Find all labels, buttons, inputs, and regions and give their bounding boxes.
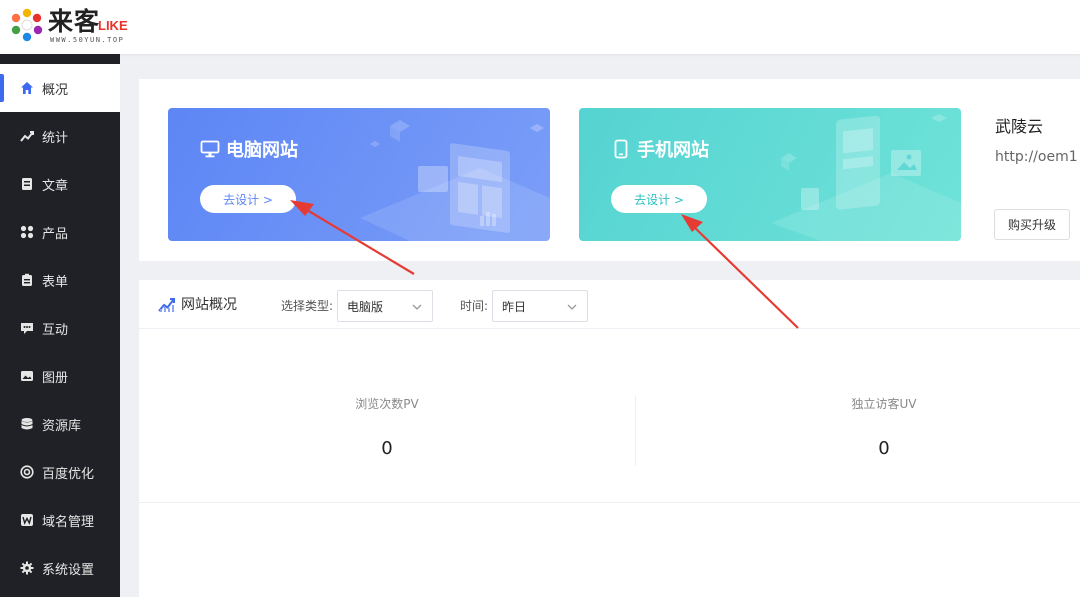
- uv-stat-value: 0: [878, 438, 890, 459]
- pc-site-banner: 电脑网站 去设计 >: [168, 108, 550, 241]
- logo-flower-icon: [11, 8, 43, 42]
- sidebar-item-statistics[interactable]: 统计: [0, 112, 120, 160]
- logo-like-text: LIKE: [98, 18, 128, 33]
- mobile-site-title: 手机网站: [611, 136, 709, 162]
- sidebar-item-articles[interactable]: 文章: [0, 160, 120, 208]
- sidebar-top-strip: [0, 54, 120, 64]
- type-select-value: 电脑版: [347, 299, 384, 314]
- sidebar-item-label: 图册: [42, 370, 69, 386]
- overview-title-text: 网站概况: [181, 297, 237, 313]
- overview-divider: [139, 502, 1080, 503]
- website-overview-panel: 网站概况 选择类型: 电脑版 时间: 昨日 浏览次数PV 0 独立访客UV 0: [139, 280, 1080, 597]
- chevron-down-icon: [412, 304, 422, 310]
- uv-stat-label: 独立访客UV: [851, 397, 917, 411]
- time-select-value: 昨日: [502, 299, 527, 314]
- logo-url-text: WWW.50YUN.TOP: [50, 36, 125, 44]
- overview-title: 网站概况: [158, 294, 237, 314]
- monitor-icon: [200, 139, 220, 159]
- sidebar-item-gallery[interactable]: 图册: [0, 352, 120, 400]
- home-icon: [19, 81, 34, 96]
- sidebar-item-label: 互动: [42, 322, 69, 338]
- top-header: 来客 LIKE WWW.50YUN.TOP: [0, 0, 1080, 54]
- sidebar-item-label: 系统设置: [42, 562, 95, 578]
- type-label: 选择类型:: [281, 299, 334, 313]
- sidebar-item-label: 概况: [42, 82, 69, 98]
- time-label: 时间:: [460, 299, 489, 313]
- sidebar-item-label: 文章: [42, 178, 69, 194]
- buy-upgrade-button[interactable]: 购买升级: [994, 209, 1070, 240]
- trend-chart-icon: [158, 295, 176, 313]
- pv-stat-value: 0: [381, 438, 393, 459]
- sidebar-item-forms[interactable]: 表单: [0, 256, 120, 304]
- site-design-card: 电脑网站 去设计 > 手机网站 去设计 > 武陵云 http://oem1 购买…: [139, 79, 1080, 261]
- sidebar-item-resources[interactable]: 资源库: [0, 400, 120, 448]
- gear-icon: [19, 561, 34, 576]
- pc-design-button[interactable]: 去设计 >: [200, 185, 296, 213]
- chat-icon: [19, 321, 34, 336]
- phone-icon: [611, 139, 631, 159]
- time-select[interactable]: 昨日: [492, 290, 588, 322]
- sidebar-item-label: 表单: [42, 274, 69, 290]
- mobile-site-banner: 手机网站 去设计 >: [579, 108, 961, 241]
- mobile-design-button[interactable]: 去设计 >: [611, 185, 707, 213]
- mobile-site-title-text: 手机网站: [637, 140, 709, 161]
- sidebar-item-label: 资源库: [42, 418, 82, 434]
- type-select[interactable]: 电脑版: [337, 290, 433, 322]
- overview-header: 网站概况 选择类型: 电脑版 时间: 昨日: [139, 280, 1080, 329]
- database-icon: [19, 417, 34, 432]
- target-icon: [19, 465, 34, 480]
- mobile-illustration-icon: [771, 114, 961, 241]
- image-icon: [19, 369, 34, 384]
- chevron-down-icon: [567, 304, 577, 310]
- site-name: 武陵云: [995, 117, 1044, 136]
- chart-icon: [19, 129, 34, 144]
- sidebar-item-interaction[interactable]: 互动: [0, 304, 120, 352]
- form-icon: [19, 273, 34, 288]
- sidebar-item-label: 产品: [42, 226, 69, 242]
- sidebar-item-products[interactable]: 产品: [0, 208, 120, 256]
- domain-icon: [19, 513, 34, 528]
- sidebar-item-label: 百度优化: [42, 466, 95, 482]
- sidebar-item-settings[interactable]: 系统设置: [0, 544, 120, 592]
- grid-icon: [19, 225, 34, 240]
- logo-brand-text: 来客: [48, 7, 101, 36]
- sidebar-item-label: 域名管理: [42, 514, 95, 530]
- pc-site-title: 电脑网站: [200, 136, 298, 162]
- site-url[interactable]: http://oem1: [995, 149, 1078, 165]
- pc-site-title-text: 电脑网站: [226, 140, 298, 161]
- sidebar: 概况 统计 文章 产品 表单 互动 图册 资源库 百度优化 域名管理 系统设置: [0, 54, 120, 597]
- pc-illustration-icon: [360, 120, 550, 241]
- sidebar-item-overview[interactable]: 概况: [0, 64, 120, 112]
- logo[interactable]: 来客 LIKE WWW.50YUN.TOP: [10, 6, 140, 46]
- sidebar-item-domain[interactable]: 域名管理: [0, 496, 120, 544]
- uv-stat: 独立访客UV 0: [636, 395, 1080, 459]
- sidebar-item-label: 统计: [42, 130, 69, 146]
- pv-stat: 浏览次数PV 0: [139, 395, 635, 459]
- sidebar-item-baidu-seo[interactable]: 百度优化: [0, 448, 120, 496]
- pv-stat-label: 浏览次数PV: [355, 397, 419, 411]
- article-icon: [19, 177, 34, 192]
